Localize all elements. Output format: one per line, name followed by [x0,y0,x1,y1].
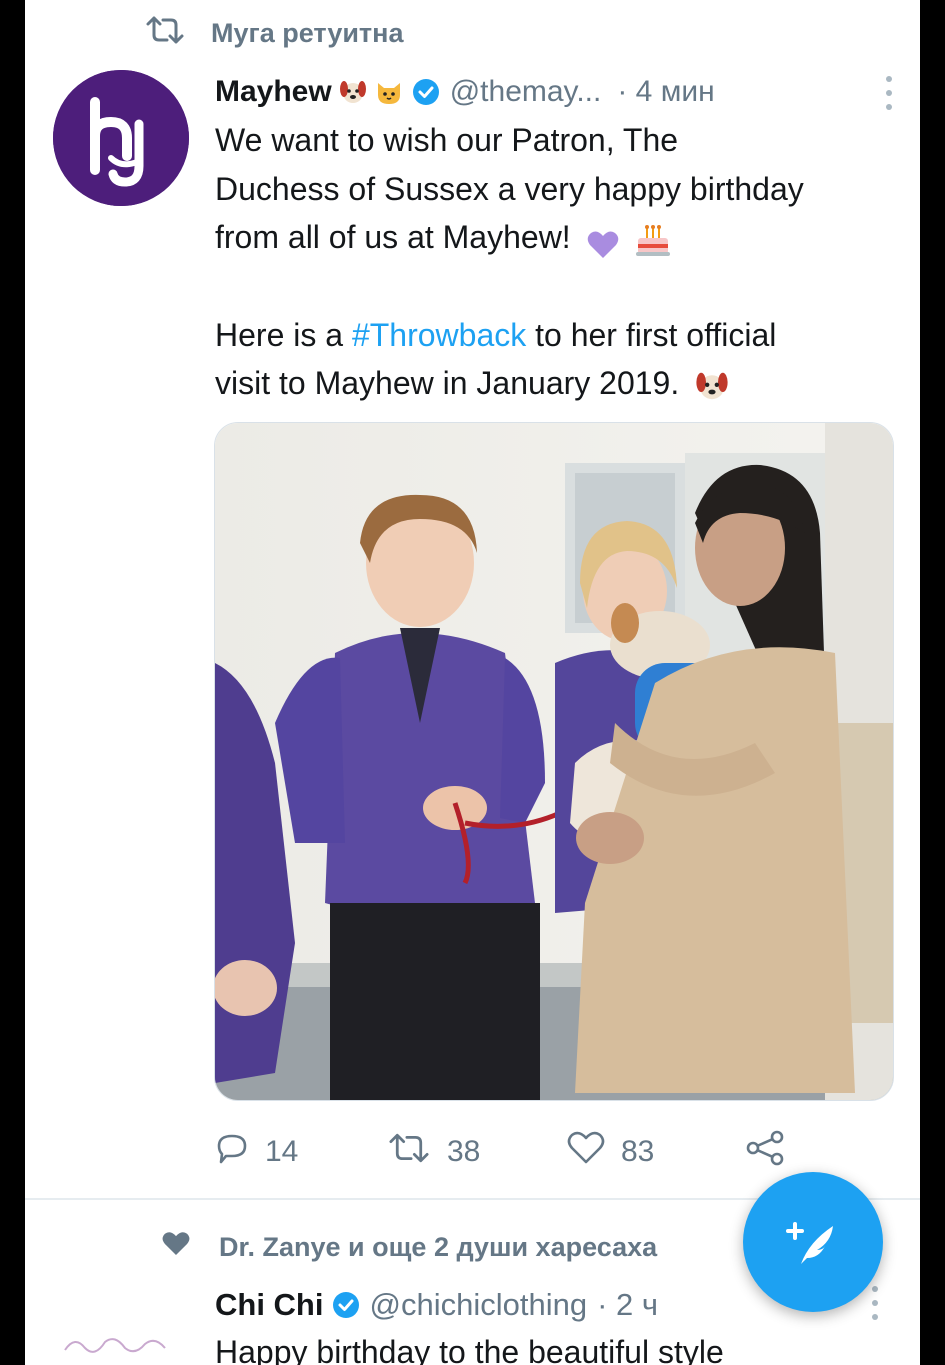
tweet-text-line: Here is a #Throwback to her first offici… [215,311,905,360]
dog-face-icon [694,368,730,404]
verified-badge-icon [412,78,440,106]
author-handle[interactable]: @themay... [450,75,602,109]
compose-tweet-button[interactable] [743,1172,883,1312]
cat-face-icon [374,77,404,107]
retweet-action[interactable]: 38 [387,1132,567,1172]
tweet-text-line: from all of us at Mayhew! [215,213,905,262]
purple-heart-icon [586,225,620,258]
author-name[interactable]: Mayhew [215,75,332,109]
more-options-icon[interactable] [867,1286,883,1320]
mayhew-logo-icon [53,70,189,206]
reply-action[interactable]: 14 [215,1131,387,1173]
retweet-count: 38 [447,1135,481,1168]
tweet-text-segment: visit to Mayhew in January 2019. [215,365,680,401]
reply-count: 14 [265,1135,299,1168]
share-action[interactable] [745,1130,785,1174]
next-author-name[interactable]: Chi Chi [215,1287,324,1323]
heart-icon[interactable] [567,1131,605,1173]
tweet-photo[interactable] [214,422,894,1101]
tweet-actions: 14 38 83 [215,1128,835,1176]
tweet-text-segment: Here is a [215,316,352,353]
retweet-note-text: Мyга ретуитна [211,17,404,48]
compose-feather-icon [786,1222,833,1264]
retweet-icon [145,15,185,52]
verified-badge-icon [332,1291,360,1319]
like-note-text: Dr. Zanye и още 2 души харесаха [219,1231,658,1262]
dog-face-icon [338,77,368,107]
retweet-icon[interactable] [387,1132,431,1172]
tweet-header: Mayhew @themay... · 4 мин [215,68,905,116]
heart-filled-icon [161,1230,191,1265]
tweet-text: We want to wish our Patron, The Duchess … [215,116,905,408]
like-count: 83 [621,1135,655,1168]
tweet-time: · 4 мин [617,75,715,108]
tweet-text-line: visit to Mayhew in January 2019. [215,359,905,408]
more-options-icon[interactable] [881,76,897,110]
tweet-text-line: We want to wish our Patron, The [215,122,679,158]
tweet-text-segment: to her first official [526,316,777,353]
next-avatar[interactable] [55,1330,185,1360]
hashtag-link[interactable]: #Throwback [352,317,526,353]
next-tweet-time: · 2 ч [597,1287,659,1322]
like-action[interactable]: 83 [567,1131,745,1173]
reply-icon[interactable] [215,1131,249,1173]
next-tweet-header: Chi Chi @chichiclothing · 2 ч [215,1280,658,1330]
tweet-text-line: Duchess of Sussex a very happy birthday [215,170,804,207]
next-author-handle[interactable]: @chichiclothing [370,1287,588,1323]
phone-screen: Мyга ретуитна Mayhew @themay... · 4 мин … [25,0,920,1365]
like-note: Dr. Zanye и още 2 души харесаха [161,1226,657,1268]
share-icon[interactable] [745,1130,785,1174]
birthday-cake-icon [634,222,672,258]
retweet-note: Мyга ретуитна [145,14,403,52]
avatar[interactable] [53,70,189,206]
next-tweet-text: Happy birthday to the beautiful style [215,1334,724,1365]
tweet-text-segment: from all of us at Mayhew! [215,219,571,255]
